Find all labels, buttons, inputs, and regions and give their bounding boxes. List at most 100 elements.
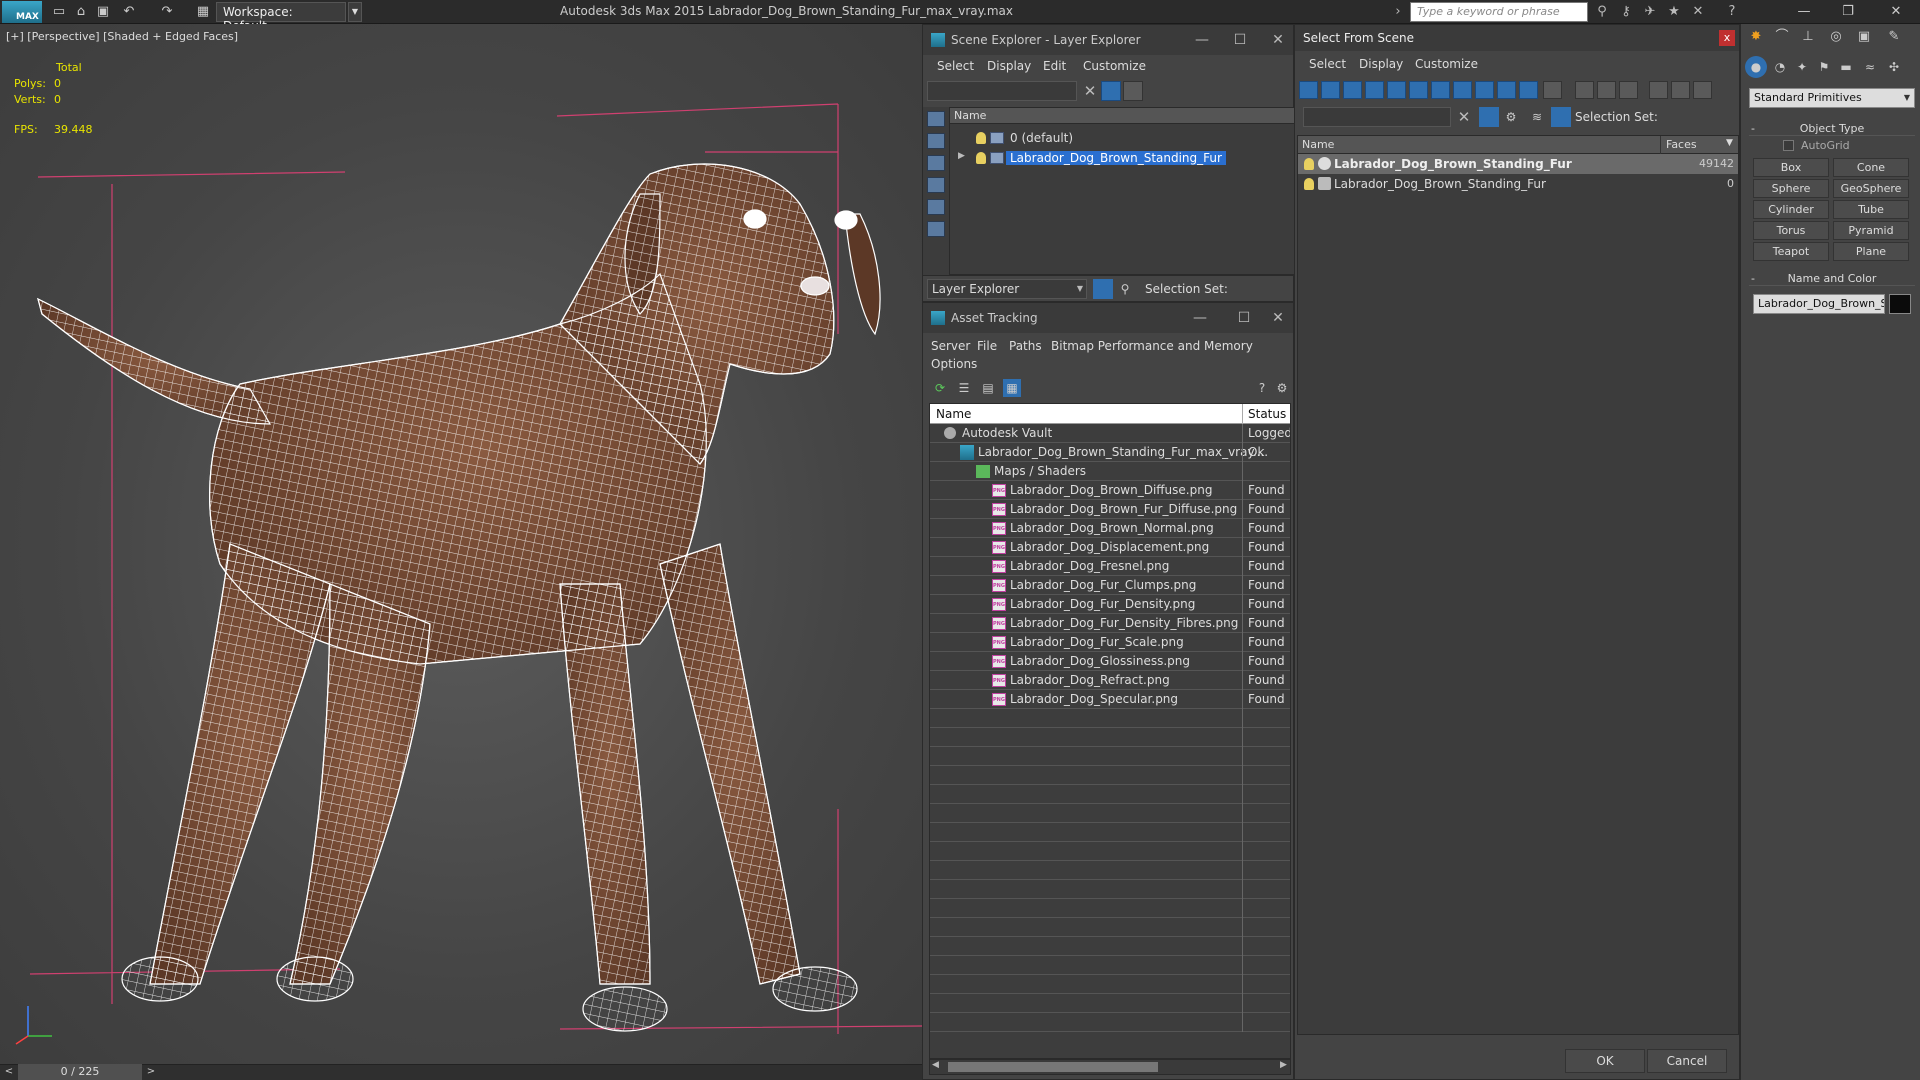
layers-icon[interactable]: ≋ (1527, 107, 1547, 127)
expand-arrow-icon[interactable]: ▶ (958, 151, 965, 161)
exchange-icon[interactable]: ✈ (1640, 3, 1660, 21)
display-all-icon[interactable] (1575, 81, 1594, 99)
display-invert-icon[interactable] (1619, 81, 1638, 99)
menu-customize[interactable]: Customize (1415, 57, 1478, 71)
display-bones-icon[interactable] (1475, 81, 1494, 99)
scrollbar-thumb[interactable] (948, 1062, 1158, 1072)
helpers-icon[interactable]: ▬ (1835, 56, 1857, 78)
object-type-rollout[interactable]: - Object Type (1749, 122, 1915, 136)
asset-name[interactable]: Labrador_Dog_Fur_Clumps.png (1010, 578, 1196, 592)
column-header-name[interactable]: Name (1302, 138, 1334, 151)
object-name[interactable]: Labrador_Dog_Brown_Standing_Fur (1334, 157, 1572, 171)
filter-toggle-icon[interactable] (1479, 107, 1499, 127)
plane-button[interactable]: Plane (1833, 242, 1909, 261)
display-helpers-icon[interactable] (1387, 81, 1406, 99)
pyramid-button[interactable]: Pyramid (1833, 221, 1909, 240)
autogrid-checkbox[interactable] (1783, 140, 1794, 151)
scene-explorer-titlebar[interactable]: Scene Explorer - Layer Explorer — ☐ ✕ (923, 25, 1293, 55)
menu-select[interactable]: Select (1309, 57, 1346, 71)
chevron-down-icon[interactable]: ▼ (348, 2, 362, 22)
menu-bitmap-performance[interactable]: Bitmap Performance and Memory (1051, 339, 1253, 353)
layers-icon[interactable] (1093, 279, 1113, 299)
modify-tab-icon[interactable]: ⌒ (1771, 26, 1793, 48)
scene-explorer-search-input[interactable] (927, 81, 1077, 101)
save-file-icon[interactable]: ▣ (94, 3, 112, 21)
asset-name[interactable]: Labrador_Dog_Refract.png (1010, 673, 1170, 687)
display-spacewarps-icon[interactable] (927, 221, 945, 237)
close-icon[interactable]: ✕ (1263, 307, 1293, 329)
display-geometry-icon[interactable] (927, 111, 945, 127)
asset-row[interactable]: PNG Labrador_Dog_Glossiness.png Found (930, 652, 1290, 671)
menu-select[interactable]: Select (937, 59, 974, 73)
hierarchy-tab-icon[interactable]: ⊥ (1797, 26, 1819, 48)
display-cameras-icon[interactable] (927, 177, 945, 193)
tools-icon[interactable]: ✕ (1688, 3, 1708, 21)
asset-row[interactable]: PNG Labrador_Dog_Fresnel.png Found (930, 557, 1290, 576)
list-view-icon[interactable]: ☰ (955, 379, 973, 397)
name-and-color-rollout[interactable]: - Name and Color (1749, 272, 1915, 286)
clear-search-icon[interactable]: ✕ (1081, 81, 1099, 101)
time-slider-prev-button[interactable]: < (2, 1064, 16, 1080)
asset-name[interactable]: Labrador_Dog_Brown_Diffuse.png (1010, 483, 1212, 497)
filter-icon[interactable] (1101, 81, 1121, 101)
asset-tracking-titlebar[interactable]: Asset Tracking — ☐ ✕ (923, 303, 1293, 333)
time-slider-next-button[interactable]: > (144, 1064, 158, 1080)
help-icon[interactable]: ? (1722, 3, 1742, 21)
geosphere-button[interactable]: GeoSphere (1833, 179, 1909, 198)
perspective-viewport[interactable]: [+] [Perspective] [Shaded + Edged Faces]… (0, 24, 922, 1064)
asset-row[interactable]: PNG Labrador_Dog_Fur_Density_Fibres.png Fo… (930, 614, 1290, 633)
hierarchy-toggle-icon[interactable] (1551, 107, 1571, 127)
asset-name[interactable]: Labrador_Dog_Brown_Standing_Fur_max_vray… (978, 445, 1268, 459)
asset-name[interactable]: Labrador_Dog_Fresnel.png (1010, 559, 1169, 573)
cylinder-button[interactable]: Cylinder (1753, 200, 1829, 219)
hierarchy-icon[interactable] (1671, 81, 1690, 99)
menu-file[interactable]: File (977, 339, 997, 353)
primitive-category-dropdown[interactable]: Standard Primitives (1749, 88, 1915, 108)
refresh-icon[interactable]: ⟳ (931, 379, 949, 397)
menu-display[interactable]: Display (987, 59, 1031, 73)
hierarchy-icon[interactable]: ⚲ (1115, 279, 1135, 299)
box-button[interactable]: Box (1753, 158, 1829, 177)
infocenter-arrow-icon[interactable]: › (1388, 3, 1408, 21)
display-lights-icon[interactable] (927, 155, 945, 171)
display-tab-icon[interactable]: ▣ (1853, 26, 1875, 48)
app-logo[interactable]: MAX (2, 1, 42, 23)
cone-button[interactable]: Cone (1833, 158, 1909, 177)
lightbulb-icon[interactable] (976, 152, 986, 164)
context-help-icon[interactable]: ⚙ (1273, 379, 1291, 397)
layer-row[interactable]: 0 (default) (950, 128, 1294, 148)
viewport-label[interactable]: [+] [Perspective] [Shaded + Edged Faces] (6, 30, 238, 43)
key-icon[interactable]: ⚷ (1616, 3, 1636, 21)
asset-name[interactable]: Labrador_Dog_Brown_Normal.png (1010, 521, 1214, 535)
menu-customize[interactable]: Customize (1083, 59, 1146, 73)
sphere-button[interactable]: Sphere (1753, 179, 1829, 198)
minimize-icon[interactable]: — (1185, 307, 1215, 329)
table-view-icon[interactable]: ▦ (1003, 379, 1021, 397)
layer-name[interactable]: Labrador_Dog_Brown_Standing_Fur (1006, 151, 1226, 165)
chevron-down-icon[interactable]: ▼ (1073, 279, 1087, 299)
redo-icon[interactable]: ↷ (158, 3, 176, 21)
display-frozen-icon[interactable] (1519, 81, 1538, 99)
asset-row[interactable]: PNG Labrador_Dog_Fur_Clumps.png Found (930, 576, 1290, 595)
motion-tab-icon[interactable]: ◎ (1825, 26, 1847, 48)
undo-icon[interactable]: ↶ (120, 3, 138, 21)
tube-button[interactable]: Tube (1833, 200, 1909, 219)
maximize-icon[interactable]: ☐ (1229, 307, 1259, 329)
geometry-icon[interactable]: ● (1745, 56, 1767, 78)
display-none-icon[interactable] (1597, 81, 1616, 99)
torus-button[interactable]: Torus (1753, 221, 1829, 240)
minimize-icon[interactable]: — (1782, 0, 1826, 24)
clear-search-icon[interactable]: ✕ (1455, 107, 1473, 127)
project-folder-icon[interactable]: ▦ (194, 3, 212, 21)
asset-row[interactable]: Autodesk Vault Logged (930, 424, 1290, 443)
close-icon[interactable]: ✕ (1874, 0, 1918, 24)
utilities-tab-icon[interactable]: ✎ (1883, 26, 1905, 48)
asset-row[interactable]: Labrador_Dog_Brown_Standing_Fur_max_vray… (930, 443, 1290, 462)
cameras-icon[interactable]: ⚑ (1813, 56, 1835, 78)
scroll-right-icon[interactable]: ▶ (1280, 1060, 1287, 1070)
lightbulb-icon[interactable] (1304, 158, 1314, 170)
layer-name[interactable]: 0 (default) (1010, 131, 1073, 145)
help-icon[interactable]: ? (1253, 379, 1271, 397)
column-header-name[interactable]: Name (950, 108, 1294, 124)
asset-name[interactable]: Labrador_Dog_Fur_Scale.png (1010, 635, 1184, 649)
